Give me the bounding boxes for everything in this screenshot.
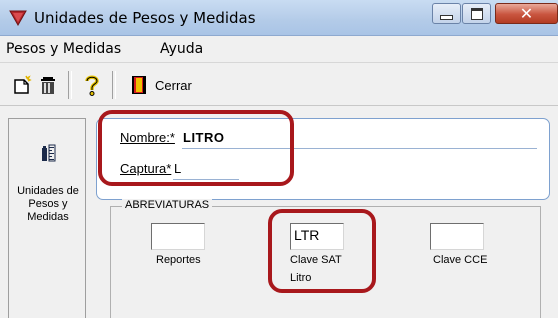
reportes-label: Reportes bbox=[156, 254, 201, 266]
maximize-icon bbox=[470, 7, 483, 20]
new-button[interactable] bbox=[12, 74, 32, 96]
minimize-button[interactable] bbox=[432, 3, 461, 24]
close-icon: ✕ bbox=[519, 4, 534, 23]
exit-door-icon bbox=[132, 76, 146, 94]
module-panel[interactable]: Unidades de Pesos y Medidas bbox=[8, 118, 86, 318]
abreviaturas-legend: ABREVIATURAS bbox=[122, 199, 213, 211]
scale-units-icon bbox=[42, 144, 56, 162]
minimize-icon bbox=[440, 15, 453, 20]
window-title: Unidades de Pesos y Medidas bbox=[34, 9, 256, 27]
delete-button[interactable] bbox=[38, 74, 58, 96]
help-icon bbox=[85, 75, 99, 96]
highlight-nombre-captura bbox=[98, 110, 294, 186]
close-window-button[interactable]: ✕ bbox=[495, 3, 558, 24]
title-bar: Unidades de Pesos y Medidas ✕ bbox=[0, 0, 558, 36]
reportes-input[interactable] bbox=[151, 223, 205, 250]
cerrar-label: Cerrar bbox=[155, 77, 192, 93]
toolbar-separator bbox=[112, 71, 116, 99]
maximize-button[interactable] bbox=[462, 3, 491, 24]
clave-cce-label: Clave CCE bbox=[433, 254, 488, 266]
menu-bar: Pesos y Medidas Ayuda bbox=[0, 36, 558, 63]
help-button[interactable] bbox=[83, 74, 101, 96]
toolbar-separator bbox=[68, 71, 72, 99]
menu-ayuda[interactable]: Ayuda bbox=[160, 41, 203, 57]
menu-pesos-y-medidas[interactable]: Pesos y Medidas bbox=[6, 41, 121, 57]
cerrar-button[interactable]: Cerrar bbox=[131, 74, 192, 96]
new-document-icon bbox=[14, 75, 32, 94]
module-label: Unidades de Pesos y Medidas bbox=[17, 185, 79, 223]
highlight-clave-sat bbox=[268, 209, 376, 293]
clave-cce-input[interactable] bbox=[430, 223, 484, 250]
app-window-icon bbox=[9, 10, 27, 26]
trash-icon bbox=[41, 77, 55, 94]
toolbar: Cerrar bbox=[0, 63, 558, 106]
